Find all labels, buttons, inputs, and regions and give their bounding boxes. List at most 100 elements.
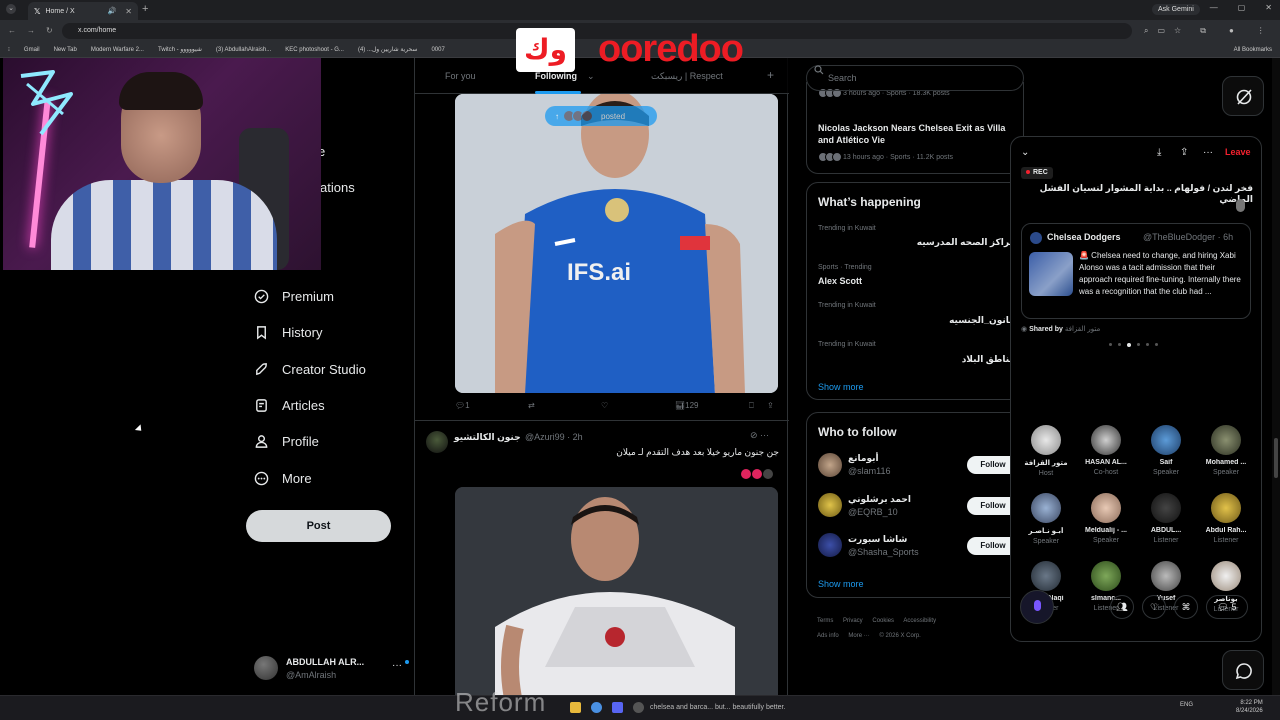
- share-icon[interactable]: ⇪: [767, 401, 774, 410]
- bookmark-item[interactable]: (3) AbdullahAlraish...: [216, 47, 271, 53]
- footer-link[interactable]: Accessibility: [903, 618, 936, 624]
- avatar[interactable]: [818, 533, 842, 557]
- like-icon[interactable]: ♡: [601, 401, 608, 410]
- bookmark-item[interactable]: KEC photoshoot - G...: [285, 47, 344, 53]
- nav-creator-studio[interactable]: Creator Studio: [254, 362, 366, 377]
- cast-icon[interactable]: ▭: [1157, 26, 1165, 36]
- share-icon[interactable]: ⇪: [1180, 147, 1188, 158]
- grok-button[interactable]: [1222, 76, 1264, 116]
- reaction-heart-icon[interactable]: ♡: [1142, 595, 1166, 619]
- trend-name[interactable]: مراكز الصحه المدرسيه: [917, 237, 1015, 248]
- tweet-media-video[interactable]: [455, 487, 778, 695]
- profile-icon[interactable]: ●: [1229, 26, 1234, 36]
- back-icon[interactable]: ←: [8, 26, 16, 35]
- participant[interactable]: متور القزافة Host: [1016, 425, 1076, 491]
- participant[interactable]: Saif Speaker: [1136, 425, 1196, 491]
- ask-gemini-button[interactable]: Ask Gemini: [1152, 4, 1200, 15]
- nav-articles[interactable]: Articles: [254, 398, 325, 413]
- post-button[interactable]: Post: [246, 510, 391, 542]
- collapse-chevron-icon[interactable]: ⌄: [1021, 147, 1029, 158]
- avatar[interactable]: [818, 493, 842, 517]
- show-more-link[interactable]: Show more: [818, 579, 864, 589]
- bookmark-item[interactable]: Twitch - شيووووو: [158, 46, 202, 53]
- extensions-icon[interactable]: ⧉: [1200, 26, 1206, 36]
- bookmark-item[interactable]: Gmail: [24, 47, 40, 53]
- bookmark-item[interactable]: Modern Warfare 2...: [91, 47, 144, 53]
- nav-profile[interactable]: Profile: [254, 434, 319, 449]
- people-icon[interactable]: 👥︎: [1110, 595, 1134, 619]
- tweet-author-name[interactable]: جنون الكالتشيو: [454, 432, 521, 443]
- nav-more[interactable]: More: [254, 471, 312, 486]
- footer-link[interactable]: Terms: [817, 618, 833, 624]
- apps-icon[interactable]: ⁝: [8, 46, 10, 53]
- more-icon[interactable]: ···: [760, 430, 769, 440]
- avatar[interactable]: [426, 431, 448, 453]
- trend-name[interactable]: مناطق البلاد: [962, 354, 1015, 365]
- all-bookmarks[interactable]: All Bookmarks: [1234, 47, 1272, 53]
- browser-tab[interactable]: 𝕏 Home / X 🔊 ✕: [28, 2, 138, 20]
- tab-for-you[interactable]: For you: [445, 71, 476, 81]
- reload-icon[interactable]: ↻: [46, 26, 53, 35]
- avatar[interactable]: [818, 453, 842, 477]
- nav-history[interactable]: History: [254, 325, 322, 340]
- follow-suggestion-name[interactable]: احمد برشلوني: [848, 494, 911, 505]
- grok-icon[interactable]: ⊘ ···: [750, 430, 769, 441]
- follow-suggestion-name[interactable]: شاشا سبورت: [848, 534, 907, 545]
- retweet-icon[interactable]: ⇄: [528, 401, 535, 410]
- chrome-icon[interactable]: [591, 702, 602, 713]
- footer-link[interactable]: Cookies: [872, 618, 894, 624]
- views-button[interactable]: 📊︎ 129: [675, 401, 699, 410]
- trend-name[interactable]: Alex Scott: [818, 276, 862, 286]
- star-icon[interactable]: ☆: [1174, 26, 1181, 36]
- tab-search-icon[interactable]: ⌄: [6, 4, 16, 14]
- bookmark-item[interactable]: سحرية شاريين ول... (4): [358, 46, 418, 53]
- footer-link[interactable]: Ads info: [817, 633, 839, 639]
- participant[interactable]: Meldualij - ... Speaker: [1076, 493, 1136, 559]
- account-menu-icon[interactable]: ···: [392, 660, 402, 671]
- zoom-icon[interactable]: ⌕: [1144, 26, 1148, 36]
- reply-button[interactable]: 💬︎ 1: [455, 401, 470, 410]
- messages-button[interactable]: [1222, 650, 1264, 690]
- minimize-icon[interactable]: —: [1210, 3, 1218, 12]
- footer-link[interactable]: More ···: [848, 633, 869, 639]
- scrollbar[interactable]: [1272, 58, 1280, 695]
- discord-icon[interactable]: [612, 702, 623, 713]
- shared-tweet-card[interactable]: Chelsea Dodgers @TheBlueDodger · 6h 🚨 Ch…: [1021, 223, 1251, 319]
- forward-icon[interactable]: →: [27, 26, 35, 35]
- search-input[interactable]: Search: [806, 65, 1024, 91]
- account-switcher[interactable]: ABDULLAH ALR... @AmAlraish ···: [254, 654, 409, 684]
- news-title[interactable]: Nicolas Jackson Nears Chelsea Exit as Vi…: [818, 122, 1018, 146]
- close-tab-icon[interactable]: ✕: [125, 7, 132, 16]
- more-icon[interactable]: ···: [1203, 147, 1213, 158]
- bookmark-item[interactable]: New Tab: [54, 47, 77, 53]
- leave-button[interactable]: Leave: [1225, 147, 1251, 157]
- footer-link[interactable]: Privacy: [843, 618, 863, 624]
- participant[interactable]: Abdul Rah... Listener: [1196, 493, 1256, 559]
- nav-premium[interactable]: Premium: [254, 289, 334, 304]
- participant[interactable]: أبـو نـاصـر Speaker: [1016, 493, 1076, 559]
- trend-name[interactable]: قانون_الجنسيه: [949, 315, 1015, 326]
- participant[interactable]: Mohamed ... Speaker: [1196, 425, 1256, 491]
- new-posts-pill[interactable]: ↑ posted: [545, 106, 657, 126]
- clip-icon[interactable]: ⌘: [1174, 595, 1198, 619]
- participant[interactable]: HASAN AL... Co-host: [1076, 425, 1136, 491]
- maximize-icon[interactable]: ▢: [1238, 3, 1246, 12]
- nav-item-partial[interactable]: ations: [320, 180, 355, 195]
- menu-icon[interactable]: ⋮: [1257, 26, 1265, 36]
- follow-suggestion-name[interactable]: أبومانع: [848, 453, 879, 464]
- bookmark-item[interactable]: 0007: [431, 47, 444, 53]
- tweet-media-image[interactable]: IFS.ai: [455, 94, 778, 393]
- obs-icon[interactable]: [633, 702, 644, 713]
- tweet-author-handle[interactable]: @Azuri99 · 2h: [525, 432, 583, 442]
- show-more-link[interactable]: Show more: [818, 382, 864, 392]
- participant[interactable]: ABDUL... Listener: [1136, 493, 1196, 559]
- microphone-button[interactable]: [1020, 590, 1054, 624]
- comments-button[interactable]: 💬︎ 5: [1206, 595, 1248, 619]
- bookmark-icon[interactable]: ⎕: [749, 401, 754, 411]
- tweet[interactable]: جنون الكالتشيو @Azuri99 · 2h ⊘ ··· جن جن…: [415, 420, 789, 695]
- folder-icon[interactable]: [570, 702, 581, 713]
- lang-indicator[interactable]: ENG: [1180, 702, 1193, 708]
- minimize-space-icon[interactable]: ⤓: [1157, 147, 1161, 158]
- new-tab-button[interactable]: +: [142, 3, 148, 15]
- scrollbar-thumb[interactable]: [1274, 438, 1278, 478]
